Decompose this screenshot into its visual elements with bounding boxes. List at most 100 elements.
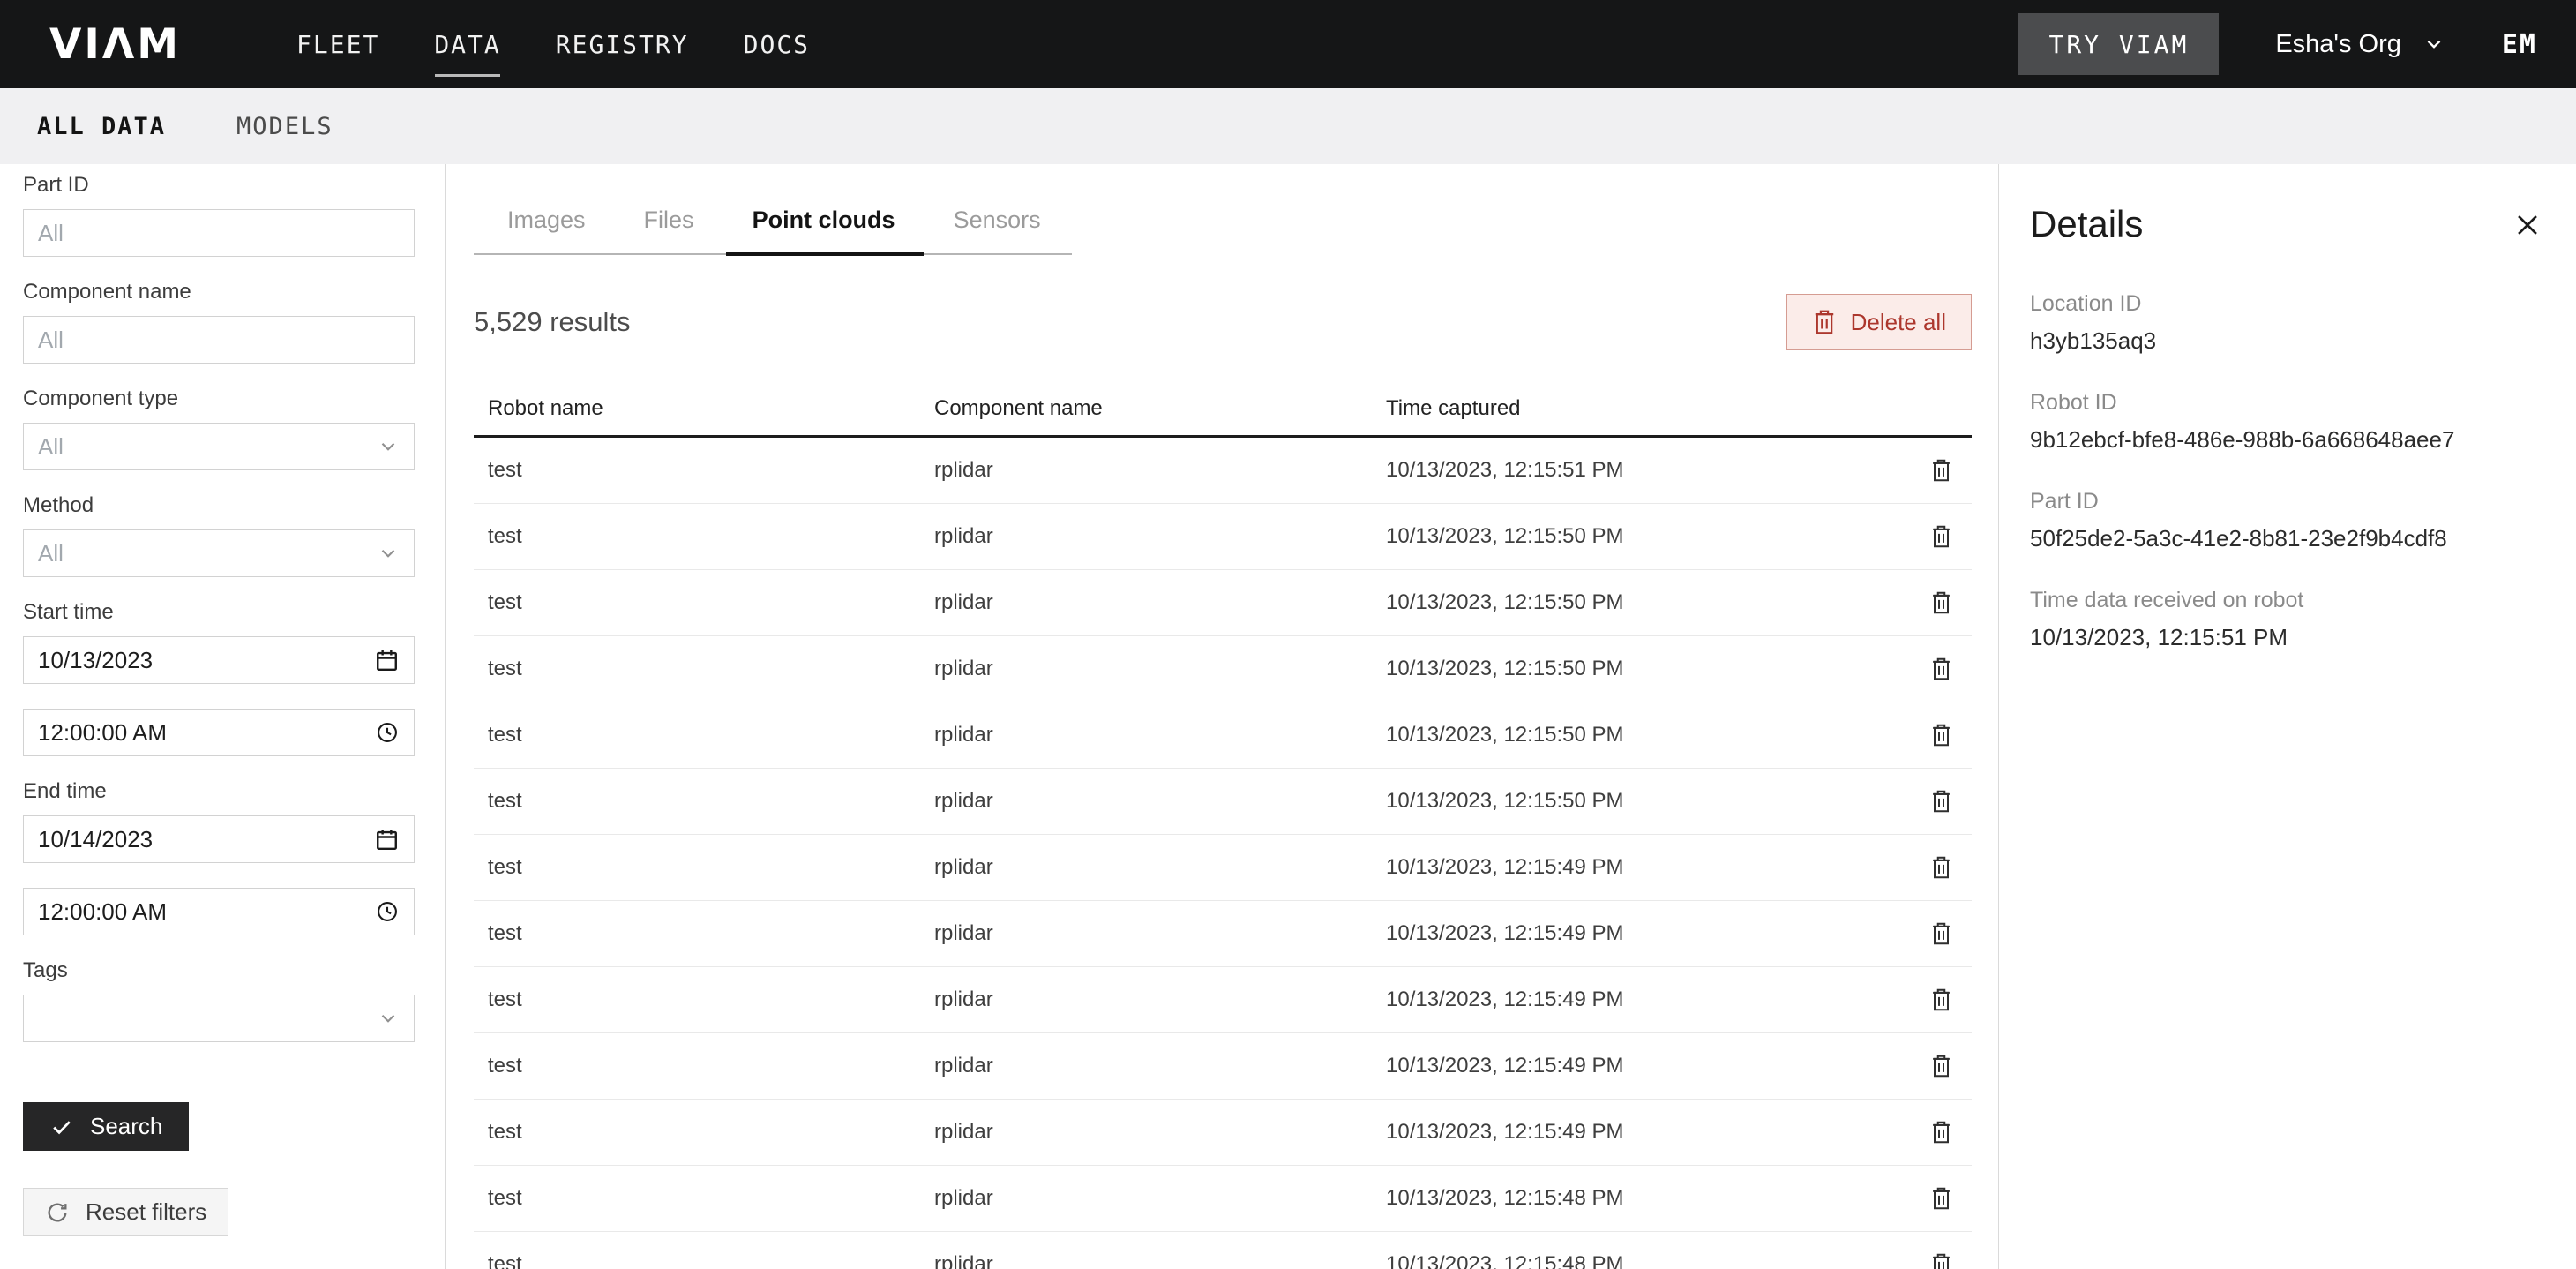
search-button-label: Search xyxy=(90,1113,162,1140)
cell-time-captured: 10/13/2023, 12:15:50 PM xyxy=(1386,590,1910,615)
detail-location-id: Location ID h3yb135aq3 xyxy=(2030,291,2544,355)
cell-component-name: rplidar xyxy=(934,987,1386,1012)
row-delete-button[interactable] xyxy=(1930,723,1952,747)
robot-id-value: 9b12ebcf-bfe8-486e-988b-6a668648aee7 xyxy=(2030,426,2544,454)
end-time-label: End time xyxy=(23,779,415,804)
cell-robot-name: test xyxy=(488,524,934,549)
end-date-input[interactable]: 10/14/2023 xyxy=(23,815,415,863)
search-button[interactable]: Search xyxy=(23,1102,189,1151)
trash-icon xyxy=(1930,458,1952,483)
row-delete-button[interactable] xyxy=(1930,987,1952,1012)
row-delete-button[interactable] xyxy=(1930,1120,1952,1145)
tab-images[interactable]: Images xyxy=(507,206,586,253)
row-delete-button[interactable] xyxy=(1930,855,1952,880)
close-details-button[interactable] xyxy=(2512,210,2542,240)
cell-component-name: rplidar xyxy=(934,657,1386,681)
reset-filters-button[interactable]: Reset filters xyxy=(23,1188,228,1236)
cell-time-captured: 10/13/2023, 12:15:50 PM xyxy=(1386,657,1910,681)
cell-robot-name: test xyxy=(488,987,934,1012)
component-name-input[interactable] xyxy=(23,316,415,364)
trash-icon xyxy=(1930,1186,1952,1211)
part-id-detail-value: 50f25de2-5a3c-41e2-8b81-23e2f9b4cdf8 xyxy=(2030,525,2544,552)
org-switcher[interactable]: Esha's Org xyxy=(2275,30,2445,59)
col-time-captured: Time captured xyxy=(1386,396,1910,421)
table-row: test rplidar 10/13/2023, 12:15:50 PM xyxy=(474,636,1972,702)
refresh-icon xyxy=(45,1200,70,1225)
row-delete-button[interactable] xyxy=(1930,1186,1952,1211)
component-type-label: Component type xyxy=(23,387,415,411)
trash-icon xyxy=(1930,789,1952,814)
start-time-label: Start time xyxy=(23,600,415,625)
end-time-input[interactable]: 12:00:00 AM xyxy=(23,888,415,935)
org-name: Esha's Org xyxy=(2275,30,2401,59)
row-delete-button[interactable] xyxy=(1930,590,1952,615)
tab-models[interactable]: MODELS xyxy=(236,113,333,140)
method-select[interactable]: All xyxy=(23,529,415,577)
table-row: test rplidar 10/13/2023, 12:15:48 PM xyxy=(474,1166,1972,1232)
filter-part-id: Part ID xyxy=(23,173,415,257)
row-delete-button[interactable] xyxy=(1930,921,1952,946)
row-delete-button[interactable] xyxy=(1930,789,1952,814)
tab-files[interactable]: Files xyxy=(644,206,694,253)
location-id-label: Location ID xyxy=(2030,291,2544,317)
start-date-value: 10/13/2023 xyxy=(38,647,153,674)
table-header: Robot name Component name Time captured xyxy=(474,382,1972,438)
calendar-icon xyxy=(374,827,400,852)
sub-nav: ALL DATA MODELS xyxy=(0,88,2576,164)
row-delete-button[interactable] xyxy=(1930,524,1952,549)
table-row: test rplidar 10/13/2023, 12:15:50 PM xyxy=(474,570,1972,636)
start-date-input[interactable]: 10/13/2023 xyxy=(23,636,415,684)
tags-select[interactable] xyxy=(23,995,415,1042)
reset-filters-label: Reset filters xyxy=(86,1198,206,1226)
tab-point-clouds[interactable]: Point clouds xyxy=(753,206,895,253)
row-delete-button[interactable] xyxy=(1930,1252,1952,1269)
method-label: Method xyxy=(23,493,415,518)
delete-all-button[interactable]: Delete all xyxy=(1786,294,1972,350)
nav-item-docs[interactable]: DOCS xyxy=(744,30,810,59)
row-delete-button[interactable] xyxy=(1930,657,1952,681)
robot-id-label: Robot ID xyxy=(2030,390,2544,416)
chevron-down-icon xyxy=(377,542,400,565)
nav-item-registry[interactable]: REGISTRY xyxy=(556,30,689,59)
point-clouds-table: Robot name Component name Time captured … xyxy=(474,382,1972,1269)
trash-icon xyxy=(1930,855,1952,880)
row-delete-button[interactable] xyxy=(1930,1054,1952,1078)
cell-component-name: rplidar xyxy=(934,1186,1386,1211)
end-date-value: 10/14/2023 xyxy=(38,826,153,853)
nav-item-data[interactable]: DATA xyxy=(434,30,500,59)
details-panel: Details Location ID h3yb135aq3 Robot ID … xyxy=(1998,164,2576,1269)
user-avatar-initials[interactable]: EM xyxy=(2502,29,2537,60)
chevron-down-icon xyxy=(377,435,400,458)
component-type-select[interactable]: All xyxy=(23,423,415,470)
chevron-down-icon xyxy=(377,1007,400,1030)
part-id-input[interactable] xyxy=(23,209,415,257)
filter-method: Method All xyxy=(23,493,415,577)
cell-robot-name: test xyxy=(488,723,934,747)
tab-sensors[interactable]: Sensors xyxy=(954,206,1041,253)
chevron-down-icon xyxy=(2422,33,2445,56)
detail-part-id: Part ID 50f25de2-5a3c-41e2-8b81-23e2f9b4… xyxy=(2030,489,2544,552)
table-row: test rplidar 10/13/2023, 12:15:49 PM xyxy=(474,1100,1972,1166)
cell-time-captured: 10/13/2023, 12:15:49 PM xyxy=(1386,1120,1910,1145)
table-row: test rplidar 10/13/2023, 12:15:50 PM xyxy=(474,769,1972,835)
filter-end-time: End time 10/14/2023 12:00:00 AM xyxy=(23,779,415,935)
trash-icon xyxy=(1930,723,1952,747)
try-viam-button[interactable]: TRY VIAM xyxy=(2018,13,2219,75)
start-time-input[interactable]: 12:00:00 AM xyxy=(23,709,415,756)
cell-component-name: rplidar xyxy=(934,855,1386,880)
filter-component-type: Component type All xyxy=(23,387,415,470)
table-body: test rplidar 10/13/2023, 12:15:51 PM tes… xyxy=(474,438,1972,1269)
nav-item-fleet[interactable]: FLEET xyxy=(296,30,379,59)
filter-sidebar: Part ID Component name Component type Al… xyxy=(0,164,446,1269)
row-delete-button[interactable] xyxy=(1930,458,1952,483)
cell-component-name: rplidar xyxy=(934,723,1386,747)
end-time-value: 12:00:00 AM xyxy=(38,898,167,926)
cell-time-captured: 10/13/2023, 12:15:49 PM xyxy=(1386,921,1910,946)
tab-all-data[interactable]: ALL DATA xyxy=(37,113,166,140)
method-value: All xyxy=(38,540,64,567)
time-received-label: Time data received on robot xyxy=(2030,588,2544,613)
trash-icon xyxy=(1812,309,1837,335)
trash-icon xyxy=(1930,590,1952,615)
close-icon xyxy=(2512,210,2542,240)
cell-component-name: rplidar xyxy=(934,524,1386,549)
